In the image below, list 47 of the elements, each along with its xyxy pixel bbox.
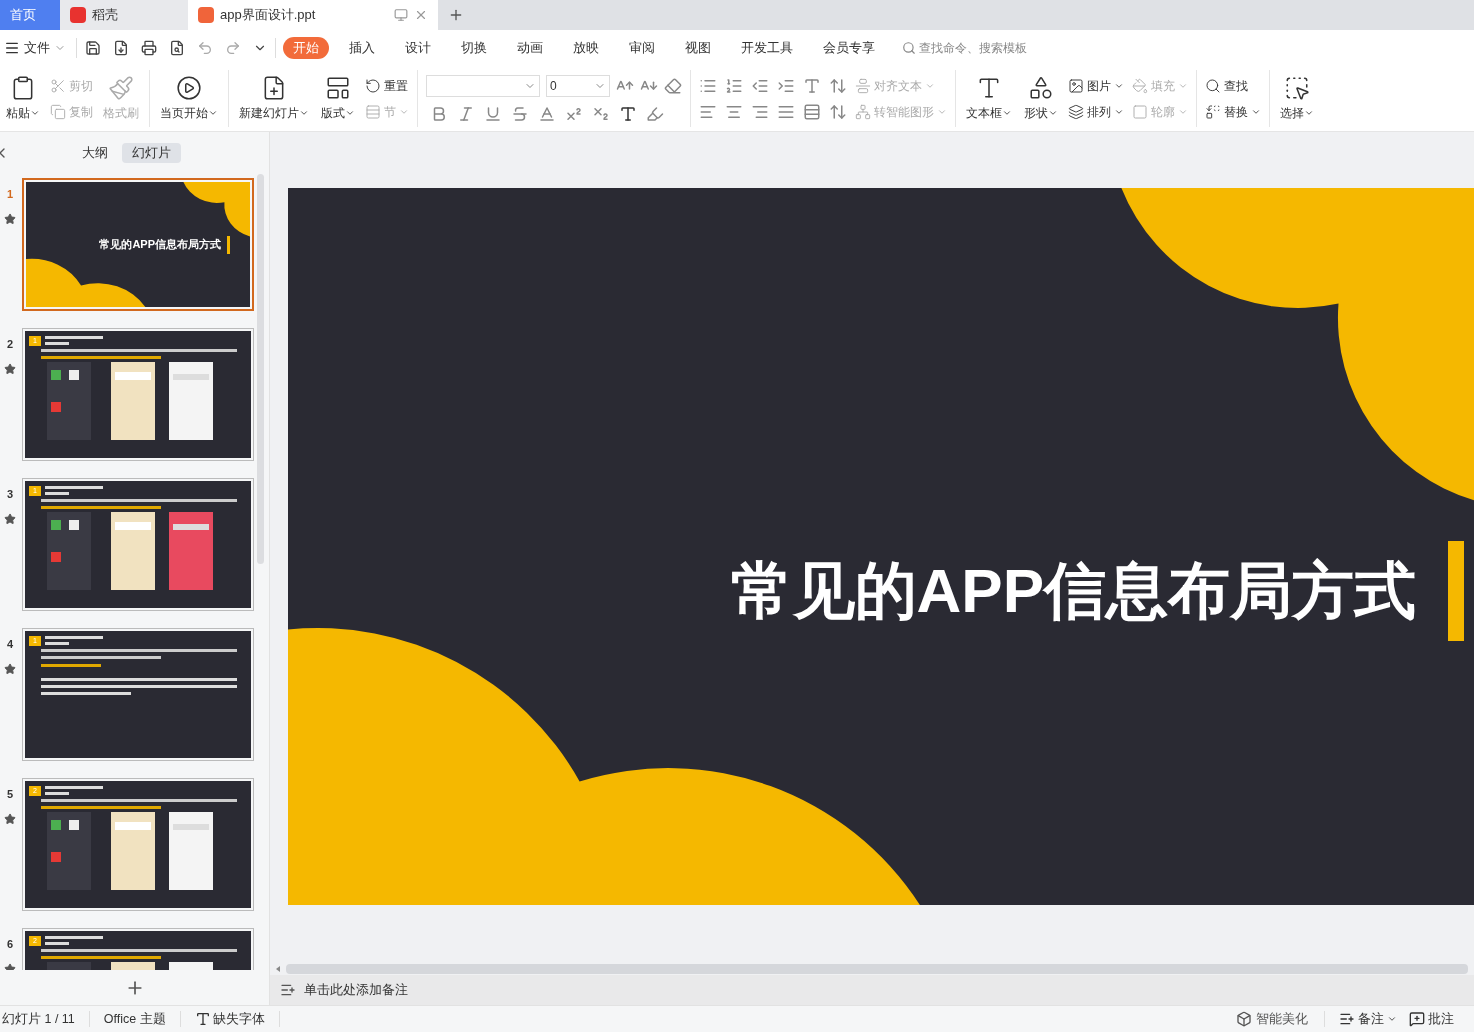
slide-number: 5 — [6, 787, 14, 802]
slide-number: 2 — [6, 337, 14, 352]
ribbon-tab[interactable]: 插入 — [339, 37, 385, 59]
ribbon-tab[interactable]: 动画 — [507, 37, 553, 59]
ribbon-button[interactable]: 粘贴 — [0, 66, 46, 131]
view-tab[interactable]: 幻灯片 — [122, 143, 181, 163]
ribbon-button[interactable]: 版式 — [315, 66, 361, 131]
slide-number: 4 — [6, 637, 14, 652]
ribbon-tab[interactable]: 会员专享 — [813, 37, 885, 59]
thumbnail-title: 常见的APP信息布局方式 — [99, 237, 221, 253]
document-tab[interactable]: app界面设计.ppt — [188, 0, 438, 30]
ribbon-button[interactable]: 查找 — [1205, 76, 1261, 95]
ribbon-tab[interactable]: 审阅 — [619, 37, 665, 59]
ribbon-tab[interactable]: 设计 — [395, 37, 441, 59]
beautify-button[interactable]: 智能美化 — [1228, 1009, 1316, 1029]
font-size-value: 0 — [550, 77, 557, 95]
ribbon-button[interactable]: 文本框 — [960, 66, 1018, 131]
document-tab[interactable]: 稻壳 — [60, 0, 188, 30]
status-text: Office 主题 — [102, 1010, 167, 1028]
view-tab[interactable]: 大纲 — [72, 143, 118, 163]
ribbon-button[interactable]: 图片 — [1068, 76, 1124, 95]
ribbon-button[interactable]: 新建幻灯片 — [233, 66, 315, 131]
status-text: 幻灯片 1 / 11 — [1, 1010, 76, 1028]
ribbon-tab[interactable]: 开发工具 — [731, 37, 803, 59]
notes-placeholder: 单击此处添加备注 — [304, 981, 408, 1000]
ribbon-button[interactable]: 选择 — [1274, 66, 1320, 131]
slide-number: 1 — [6, 187, 14, 202]
document-tab[interactable]: 首页 — [0, 0, 60, 30]
command-search-field[interactable]: 查找命令、搜索模板 — [902, 39, 1059, 57]
ribbon-button[interactable]: 形状 — [1018, 66, 1064, 131]
file-menu[interactable]: 文件 — [4, 38, 72, 58]
slide-thumbnail[interactable]: 常见的APP信息布局方式 — [22, 178, 254, 311]
slide-title: 常见的APP信息布局方式 — [730, 555, 1416, 627]
ribbon-button[interactable]: 替换 — [1205, 102, 1261, 121]
comments-button[interactable]: 批注 — [1403, 1009, 1460, 1029]
missing-fonts-button[interactable]: 缺失字体 — [180, 1009, 279, 1029]
ribbon-tab[interactable]: 视图 — [675, 37, 721, 59]
notes-button[interactable]: 备注 — [1333, 1009, 1403, 1029]
ribbon-button[interactable]: 重置 — [365, 76, 409, 95]
ribbon-tab[interactable]: 放映 — [563, 37, 609, 59]
slide-number: 3 — [6, 487, 14, 502]
notes-field[interactable]: 单击此处添加备注 — [270, 975, 1474, 1005]
font-size-field[interactable]: 0 — [546, 74, 610, 97]
slide-number: 6 — [6, 937, 14, 952]
ribbon-button[interactable]: 排列 — [1068, 102, 1124, 121]
ribbon-button[interactable]: 当页开始 — [154, 66, 224, 131]
ribbon-tab[interactable]: 切换 — [451, 37, 497, 59]
